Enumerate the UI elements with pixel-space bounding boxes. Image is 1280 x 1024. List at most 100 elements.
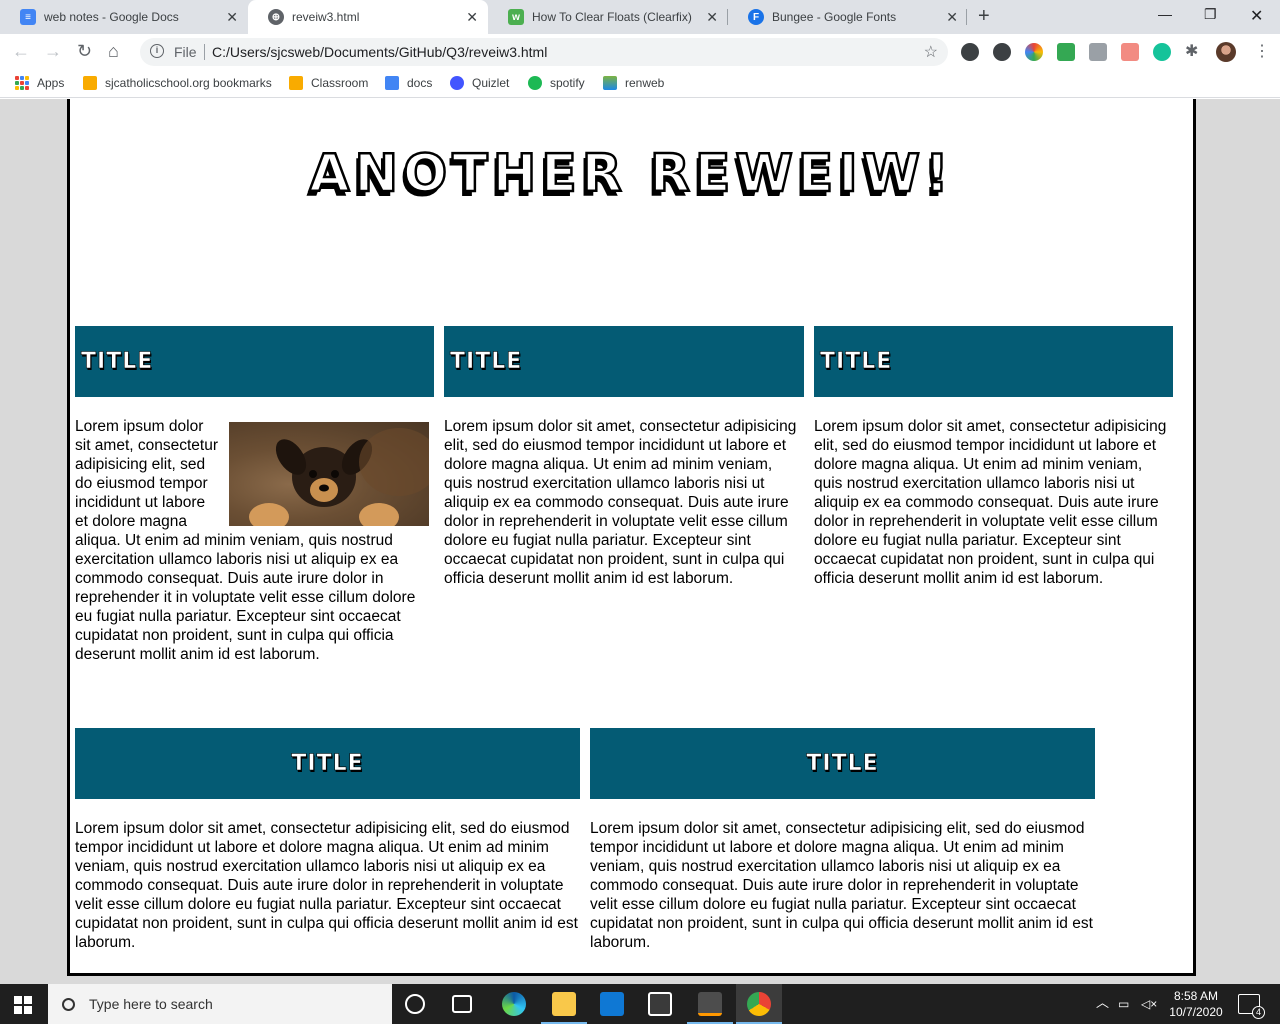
- tab-title: Bungee - Google Fonts: [772, 10, 897, 24]
- tab-title: web notes - Google Docs: [44, 10, 179, 24]
- clock-date: 10/7/2020: [1169, 1005, 1223, 1019]
- card-text: Lorem ipsum dolor sit amet, consectetur …: [814, 418, 1167, 587]
- card-2: TITLE Lorem ipsum dolor sit amet, consec…: [444, 326, 804, 588]
- window-close-icon[interactable]: ✕: [1250, 6, 1263, 26]
- tab-title: How To Clear Floats (Clearfix): [532, 10, 692, 24]
- bookmark-label: docs: [407, 76, 433, 90]
- close-icon[interactable]: ✕: [466, 9, 478, 26]
- card-title: TITLE: [444, 326, 804, 397]
- apps-grid-icon: [15, 76, 29, 90]
- taskbar-search[interactable]: Type here to search: [48, 984, 392, 1024]
- close-icon[interactable]: ✕: [946, 9, 958, 26]
- puppy-illustration: [249, 428, 429, 526]
- bookmark-label: Quizlet: [472, 76, 510, 90]
- bookmark-label: renweb: [625, 76, 665, 90]
- quizlet-icon: [450, 76, 464, 90]
- bookmark-docs[interactable]: docs: [385, 76, 432, 90]
- profile-avatar[interactable]: [1216, 42, 1236, 62]
- bookmark-classroom[interactable]: Classroom: [289, 76, 368, 90]
- store-icon[interactable]: [648, 992, 672, 1016]
- notifications-icon[interactable]: 4: [1238, 994, 1265, 1019]
- file-explorer-icon[interactable]: [552, 992, 576, 1016]
- card-5: TITLE Lorem ipsum dolor sit amet, consec…: [590, 728, 1095, 952]
- tab-bungee[interactable]: F Bungee - Google Fonts ✕: [728, 0, 968, 34]
- bookmark-renweb[interactable]: renweb: [603, 76, 664, 90]
- forward-icon[interactable]: →: [44, 41, 62, 62]
- card-title: TITLE: [75, 728, 580, 799]
- new-tab-button[interactable]: +: [978, 5, 990, 28]
- tab-reveiw3[interactable]: ⊕ reveiw3.html ✕: [248, 0, 488, 34]
- bookmarks-bar: Apps sjcatholicschool.org bookmarks Clas…: [0, 70, 1280, 98]
- bookmark-label: Apps: [37, 76, 65, 90]
- card-text: Lorem ipsum dolor sit amet, consectetur …: [75, 820, 578, 951]
- card-3: TITLE Lorem ipsum dolor sit amet, consec…: [814, 326, 1173, 588]
- spotify-icon: [528, 76, 542, 90]
- close-icon[interactable]: ✕: [226, 9, 238, 26]
- url-text[interactable]: C:/Users/sjcsweb/Documents/GitHub/Q3/rev…: [212, 44, 547, 60]
- bookmark-label: Classroom: [311, 76, 369, 90]
- minimize-icon[interactable]: —: [1158, 6, 1172, 22]
- network-icon[interactable]: ▭: [1118, 996, 1129, 1012]
- puppy-photo: [229, 422, 429, 526]
- page-title: ANOTHER REWEIW!: [308, 143, 954, 206]
- info-icon[interactable]: i: [150, 44, 164, 58]
- tab-web-notes[interactable]: ≡ web notes - Google Docs ✕: [0, 0, 248, 34]
- sublime-text-icon[interactable]: [698, 992, 722, 1016]
- browser-toolbar: ← → ↻ ⌂ i File C:/Users/sjcsweb/Document…: [0, 34, 1280, 70]
- page-viewport: ANOTHER REWEIW! TITLE Lorem ipsum dolor …: [0, 99, 1280, 984]
- card-text: Lorem ipsum dolor sit amet, consectetur …: [590, 820, 1093, 951]
- cast-extension-icon[interactable]: [1089, 43, 1107, 61]
- chrome-taskbar-button[interactable]: [736, 984, 782, 1024]
- card-4: TITLE Lorem ipsum dolor sit amet, consec…: [75, 728, 580, 952]
- card-text-container: Lorem ipsum dolor sit amet, consectetur …: [75, 417, 434, 664]
- grammarly-extension-icon[interactable]: [1153, 43, 1171, 61]
- bookmark-sjcatholic[interactable]: sjcatholicschool.org bookmarks: [83, 76, 272, 90]
- bookmark-spotify[interactable]: spotify: [528, 76, 585, 90]
- omnibox-divider: [204, 44, 205, 60]
- tab-divider: [966, 9, 967, 25]
- clock-time: 8:58 AM: [1173, 989, 1219, 1003]
- menu-kebab-icon[interactable]: ⋮: [1254, 41, 1270, 61]
- home-icon[interactable]: ⌂: [108, 41, 119, 62]
- classroom-icon: [289, 76, 303, 90]
- windows-taskbar: Type here to search ︿ ▭ ◁× 8:58 AM 10/7/…: [0, 984, 1280, 1024]
- globe-icon: ⊕: [268, 9, 284, 25]
- cortana-icon[interactable]: [405, 994, 425, 1014]
- bookmark-apps[interactable]: Apps: [15, 76, 64, 90]
- tab-clear-floats[interactable]: w How To Clear Floats (Clearfix) ✕: [488, 0, 728, 34]
- clock[interactable]: 8:58 AM 10/7/2020: [1164, 988, 1228, 1020]
- bookmark-quizlet[interactable]: Quizlet: [450, 76, 509, 90]
- volume-icon[interactable]: ◁×: [1141, 996, 1157, 1012]
- notification-count: 4: [1252, 1006, 1265, 1019]
- page-container: ANOTHER REWEIW! TITLE Lorem ipsum dolor …: [67, 99, 1196, 976]
- task-view-icon[interactable]: [452, 995, 472, 1013]
- w3schools-icon: w: [508, 9, 524, 25]
- color-picker-extension-icon[interactable]: [1025, 43, 1043, 61]
- card-title: TITLE: [590, 728, 1095, 799]
- address-bar[interactable]: i File C:/Users/sjcsweb/Documents/GitHub…: [140, 38, 948, 66]
- shield-extension-icon[interactable]: [961, 43, 979, 61]
- puzzle-extensions-icon[interactable]: ✱: [1185, 41, 1198, 61]
- google-fonts-icon: F: [748, 9, 764, 25]
- windows-start-icon[interactable]: [14, 996, 32, 1014]
- tab-title: reveiw3.html: [292, 10, 360, 24]
- tray-chevron-icon[interactable]: ︿: [1096, 995, 1109, 1011]
- search-placeholder: Type here to search: [89, 996, 213, 1012]
- bookmark-star-icon[interactable]: ☆: [924, 42, 938, 62]
- vpn-extension-icon[interactable]: [993, 43, 1011, 61]
- tab-strip: ≡ web notes - Google Docs ✕ ⊕ reveiw3.ht…: [0, 0, 1280, 34]
- classroom-extension-icon[interactable]: [1057, 43, 1075, 61]
- card-1: TITLE Lorem ipsum dolor sit amet, consec…: [75, 326, 434, 664]
- folder-icon: [83, 76, 97, 90]
- mail-icon[interactable]: [600, 992, 624, 1016]
- back-icon[interactable]: ←: [12, 41, 30, 62]
- edge-browser-icon[interactable]: [502, 992, 526, 1016]
- restore-icon[interactable]: ❐: [1204, 6, 1217, 23]
- screencast-extension-icon[interactable]: [1121, 43, 1139, 61]
- search-icon: [62, 997, 75, 1011]
- close-icon[interactable]: ✕: [706, 9, 718, 26]
- docs-icon: ≡: [20, 9, 36, 25]
- reload-icon[interactable]: ↻: [77, 41, 92, 62]
- card-title: TITLE: [75, 326, 434, 397]
- docs-icon: [385, 76, 399, 90]
